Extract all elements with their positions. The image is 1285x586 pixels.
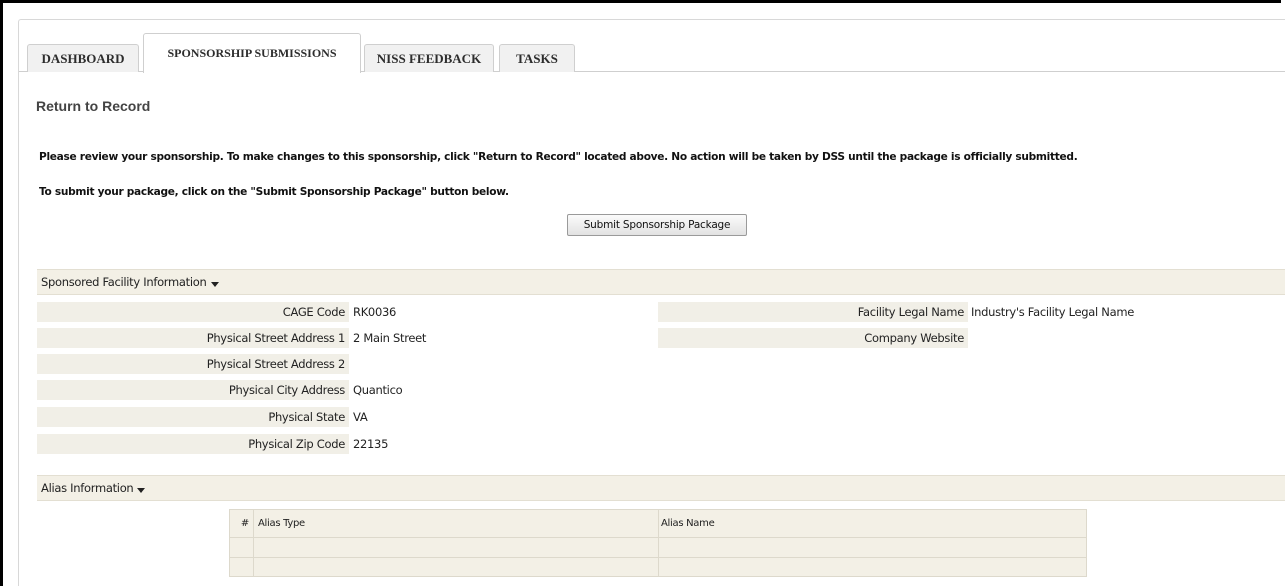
table-cell <box>659 538 1086 558</box>
company-website-label: Company Website <box>658 328 968 348</box>
alias-col-number: # <box>230 510 254 538</box>
table-cell <box>254 538 659 558</box>
street-address-1-value: 2 Main Street <box>353 331 427 345</box>
facility-row: Physical State VA <box>37 407 1285 428</box>
city-address-label: Physical City Address <box>37 380 349 400</box>
return-to-record-link[interactable]: Return to Record <box>36 98 150 114</box>
zip-code-value: 22135 <box>353 437 389 451</box>
alias-col-type: Alias Type <box>254 510 659 538</box>
street-address-1-label: Physical Street Address 1 <box>37 328 349 348</box>
alias-table: # Alias Type Alias Name <box>229 509 1087 577</box>
review-message: Please review your sponsorship. To make … <box>39 151 1078 163</box>
tab-niss-feedback[interactable]: NISS FEEDBACK <box>364 44 494 72</box>
facility-section-header[interactable]: Sponsored Facility Information <box>37 269 1285 295</box>
caret-down-icon <box>137 487 146 493</box>
city-address-value: Quantico <box>353 383 403 397</box>
cage-code-label: CAGE Code <box>37 302 349 322</box>
table-cell <box>659 558 1086 576</box>
tab-sponsorship-submissions[interactable]: SPONSORSHIP SUBMISSIONS <box>143 33 361 73</box>
facility-row: Physical Street Address 1 2 Main Street … <box>37 328 1285 349</box>
facility-legal-name-label: Facility Legal Name <box>658 302 968 322</box>
state-label: Physical State <box>37 407 349 427</box>
facility-row: Physical Zip Code 22135 <box>37 434 1285 455</box>
zip-code-label: Physical Zip Code <box>37 434 349 454</box>
tab-dashboard[interactable]: DASHBOARD <box>27 44 139 72</box>
submit-sponsorship-package-button[interactable]: Submit Sponsorship Package <box>567 214 747 236</box>
alias-col-name: Alias Name <box>659 510 1086 538</box>
table-cell <box>254 558 659 576</box>
cage-code-value: RK0036 <box>353 305 396 319</box>
facility-row: CAGE Code RK0036 Facility Legal Name Ind… <box>37 302 1285 323</box>
facility-row: Physical City Address Quantico <box>37 380 1285 401</box>
facility-legal-name-value: Industry's Facility Legal Name <box>971 305 1135 319</box>
street-address-2-label: Physical Street Address 2 <box>37 354 349 374</box>
table-cell <box>230 558 254 576</box>
alias-section-header[interactable]: Alias Information <box>37 475 1285 501</box>
submit-instruction: To submit your package, click on the "Su… <box>39 186 509 198</box>
facility-row: Physical Street Address 2 <box>37 354 1285 375</box>
alias-section-title: Alias Information <box>41 481 134 495</box>
caret-down-icon <box>210 281 219 287</box>
table-cell <box>230 538 254 558</box>
tab-tasks[interactable]: TASKS <box>499 44 575 72</box>
facility-section-title: Sponsored Facility Information <box>41 275 207 289</box>
state-value: VA <box>353 410 368 424</box>
